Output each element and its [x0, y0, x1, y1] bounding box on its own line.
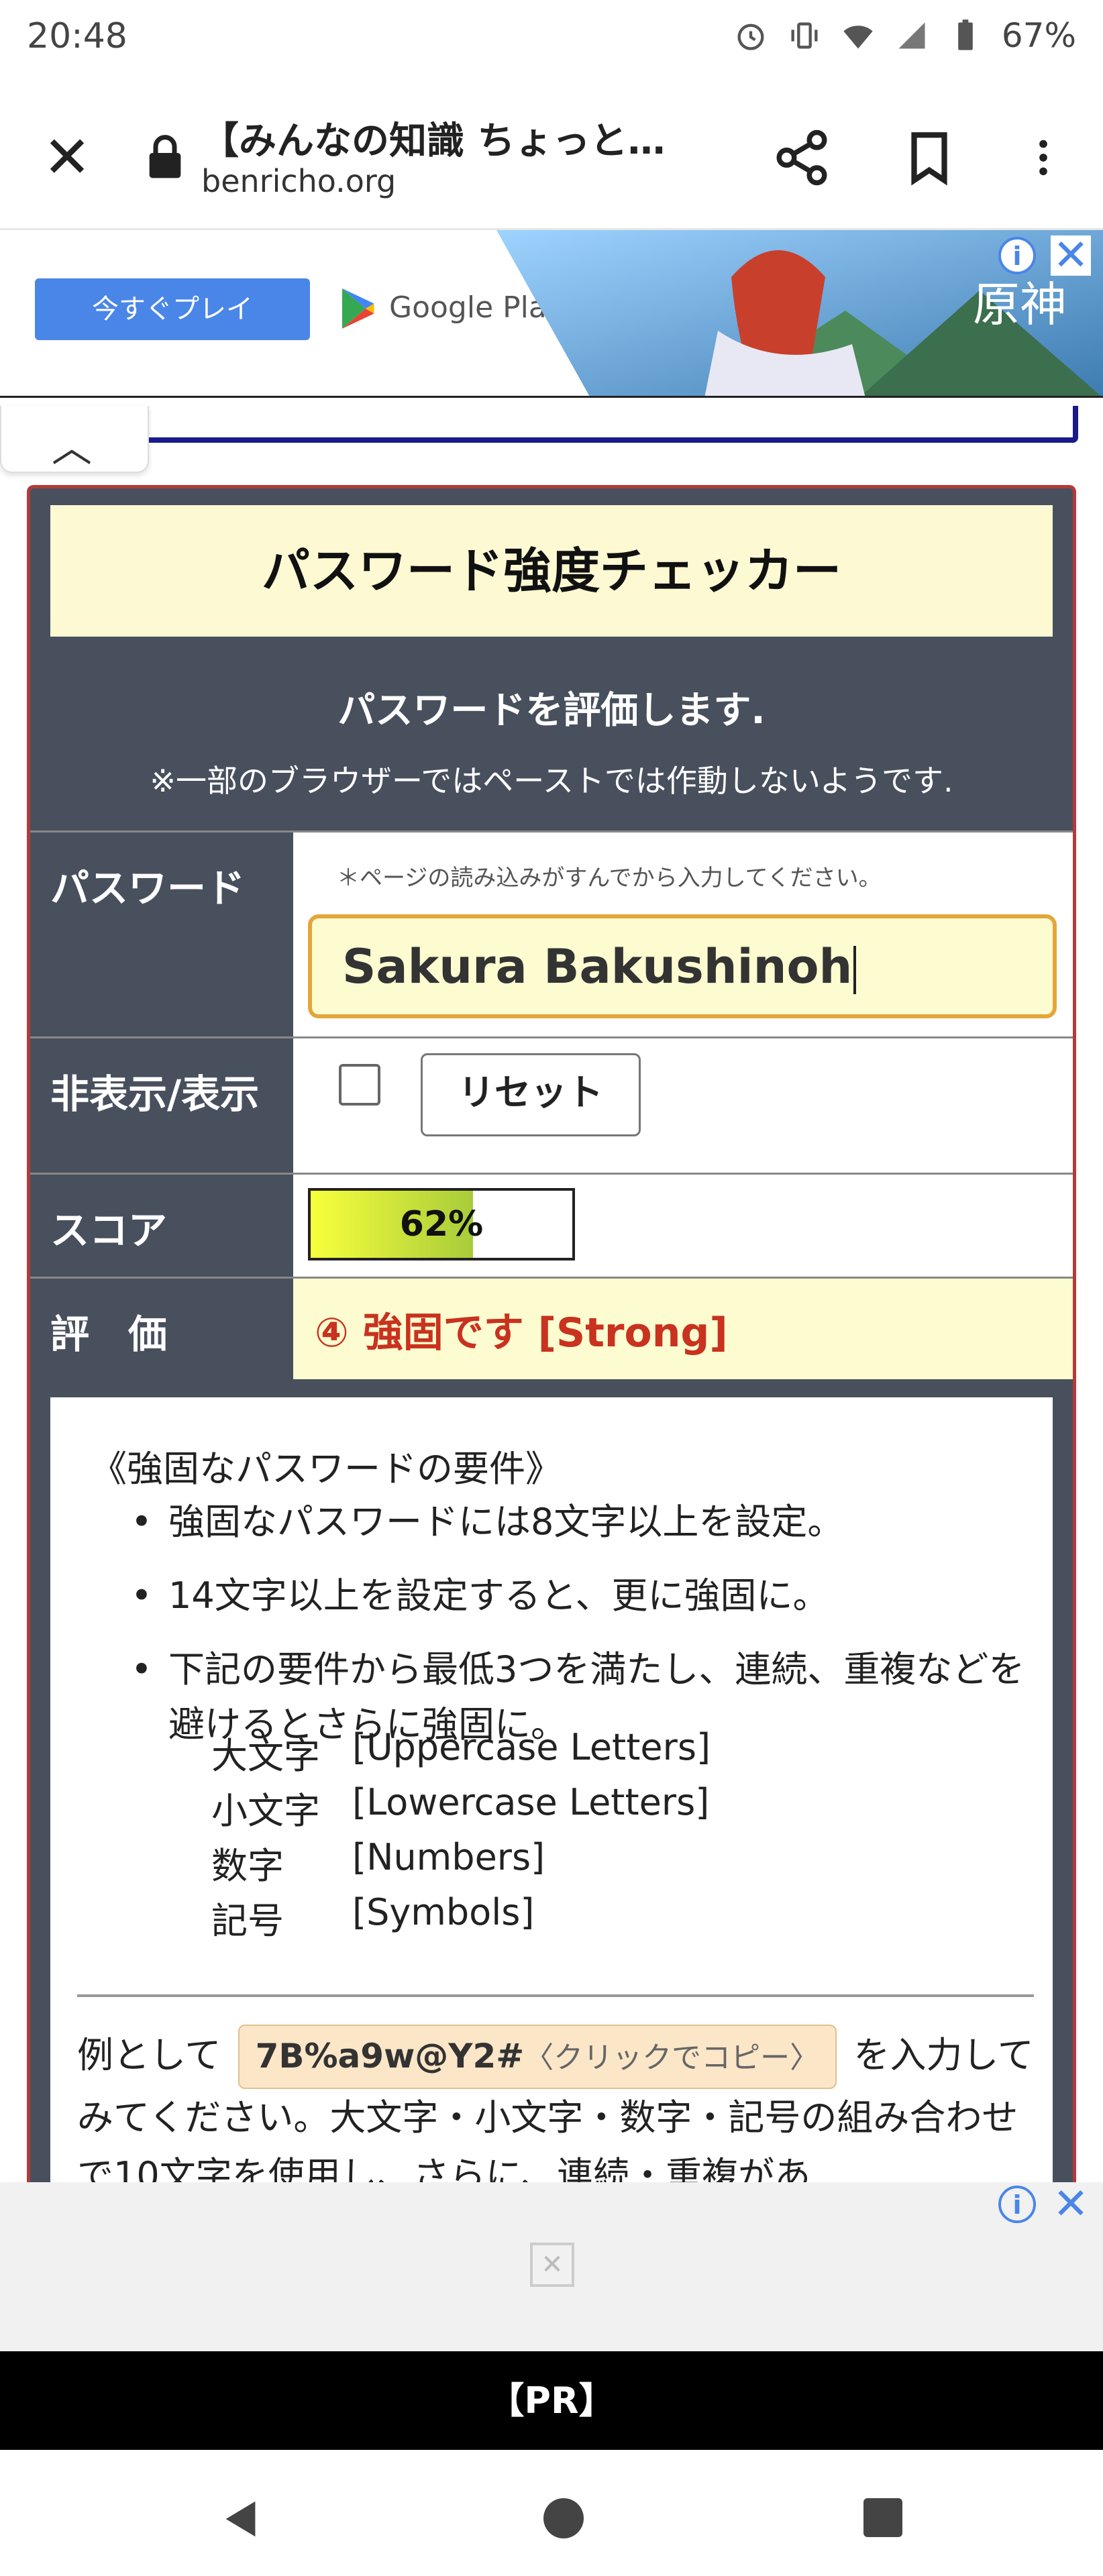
broken-image-icon: ✕ [530, 2243, 574, 2287]
requirements-heading: 《強固なパスワードの要件》 [91, 1448, 562, 1490]
char-type-name: 大文字 [211, 1735, 320, 1777]
wifi-icon [843, 25, 873, 49]
char-type-en: [Lowercase Letters] [352, 1781, 710, 1823]
requirements-box: 《強固なパスワードの要件》 強固なパスワードには8文字以上を設定。 14文字以上… [50, 1397, 1053, 2182]
requirement-item: 強固なパスワードには8文字以上を設定。 [131, 1495, 1030, 1550]
share-icon[interactable] [772, 127, 832, 188]
char-type-row: 大文字 [Uppercase Letters] [211, 1726, 711, 1779]
example-paragraph: 例として 7B%a9w@Y2#〈クリックでコピー〉 を入力してみてください。大文… [77, 2025, 1037, 2182]
url-text[interactable]: benricho.org [201, 163, 396, 199]
checker-title: パスワード強度チェッカー [50, 505, 1053, 637]
ad-banner-bottom[interactable]: ✕ i ✕ [0, 2182, 1103, 2351]
signal-icon [898, 22, 925, 49]
char-type-row: 数字 [Numbers] [211, 1836, 545, 1889]
toggle-cell: リセット [293, 1038, 1073, 1173]
close-icon[interactable]: ✕ [37, 127, 97, 188]
password-cell: ＊ページの読み込みがすんでから入力してください。 Sakura Bakushin… [293, 833, 1073, 1036]
chevron-up-icon: ︿ [52, 425, 92, 472]
char-type-en: [Uppercase Letters] [352, 1726, 711, 1768]
show-password-checkbox[interactable] [339, 1064, 380, 1106]
char-type-row: 記号 [Symbols] [211, 1891, 534, 1944]
score-cell: 62% [293, 1175, 1073, 1277]
password-input[interactable]: Sakura Bakushinoh [308, 914, 1057, 1018]
more-vert-icon[interactable] [1020, 127, 1067, 188]
lock-icon[interactable] [146, 134, 184, 181]
browser-toolbar: ✕ 【みんなの知識 ちょっと… benricho.org [0, 84, 1103, 230]
status-icons: 67% [733, 16, 1076, 55]
score-label: スコア [30, 1175, 292, 1277]
system-nav-bar [0, 2450, 1103, 2576]
rating-cell: ④ 強固です [Strong] [293, 1279, 1073, 1379]
ad-info-icon[interactable]: i [998, 2186, 1036, 2223]
alarm-icon [737, 23, 764, 50]
ad-play-button[interactable]: 今すぐプレイ [35, 278, 310, 340]
checker-intro: パスワードを評価します. [337, 689, 766, 733]
ad-info-icon[interactable]: i [998, 237, 1036, 274]
requirement-item: 14文字以上を設定すると、更に強固に。 [131, 1568, 1030, 1623]
ad-close-icon[interactable]: ✕ [1051, 2183, 1091, 2226]
char-type-name: 記号 [211, 1900, 284, 1942]
page-title[interactable]: 【みんなの知識 ちょっと… [201, 111, 725, 165]
status-time: 20:48 [27, 16, 127, 56]
ad-game-logo: 原神 [973, 277, 1067, 332]
vibrate-icon [791, 22, 818, 49]
frame-border-decoration [149, 406, 1078, 443]
google-play-icon [342, 288, 374, 329]
pr-label: 【PR】 [0, 2351, 1103, 2450]
checker-intro-note: ※一部のブラウザーではペーストでは作動しないようです. [150, 763, 953, 799]
status-bar: 20:48 67% [0, 0, 1103, 84]
char-type-name: 数字 [211, 1845, 284, 1887]
divider [77, 1994, 1034, 1997]
reset-button[interactable]: リセット [421, 1053, 641, 1136]
copy-example-button[interactable]: 7B%a9w@Y2#〈クリックでコピー〉 [238, 2025, 837, 2089]
bookmark-icon[interactable] [899, 127, 959, 188]
score-value: 62% [399, 1204, 484, 1244]
rating-label: 評 価 [30, 1279, 292, 1379]
example-password: 7B%a9w@Y2# [255, 2037, 525, 2076]
battery-percent: 67% [1001, 16, 1076, 55]
ad-banner-top[interactable]: 今すぐプレイ Google Play 原神 i ✕ [0, 230, 1103, 398]
char-type-en: [Numbers] [352, 1836, 545, 1878]
password-hint: ＊ページの読み込みがすんでから入力してください。 [337, 865, 882, 892]
password-label: パスワード [30, 833, 292, 1036]
rating-value: ④ 強固です [Strong] [315, 1309, 728, 1356]
collapse-tab-button[interactable]: ︿ [0, 406, 149, 473]
back-icon[interactable] [218, 2496, 265, 2542]
ad-close-icon[interactable]: ✕ [1051, 234, 1091, 277]
battery-icon [958, 19, 973, 50]
recent-apps-icon[interactable] [863, 2498, 902, 2537]
password-checker-card: パスワード強度チェッカー パスワードを評価します. ※一部のブラウザーではペース… [27, 485, 1076, 2182]
char-type-name: 小文字 [211, 1790, 320, 1832]
char-type-en: [Symbols] [352, 1891, 535, 1933]
home-icon[interactable] [543, 2498, 584, 2538]
toggle-label: 非表示/表示 [30, 1038, 292, 1173]
score-bar: 62% [308, 1188, 575, 1260]
copy-hint: 〈クリックでコピー〉 [524, 2041, 820, 2075]
example-prefix: 例として [77, 2034, 221, 2076]
char-type-row: 小文字 [Lowercase Letters] [211, 1781, 709, 1834]
